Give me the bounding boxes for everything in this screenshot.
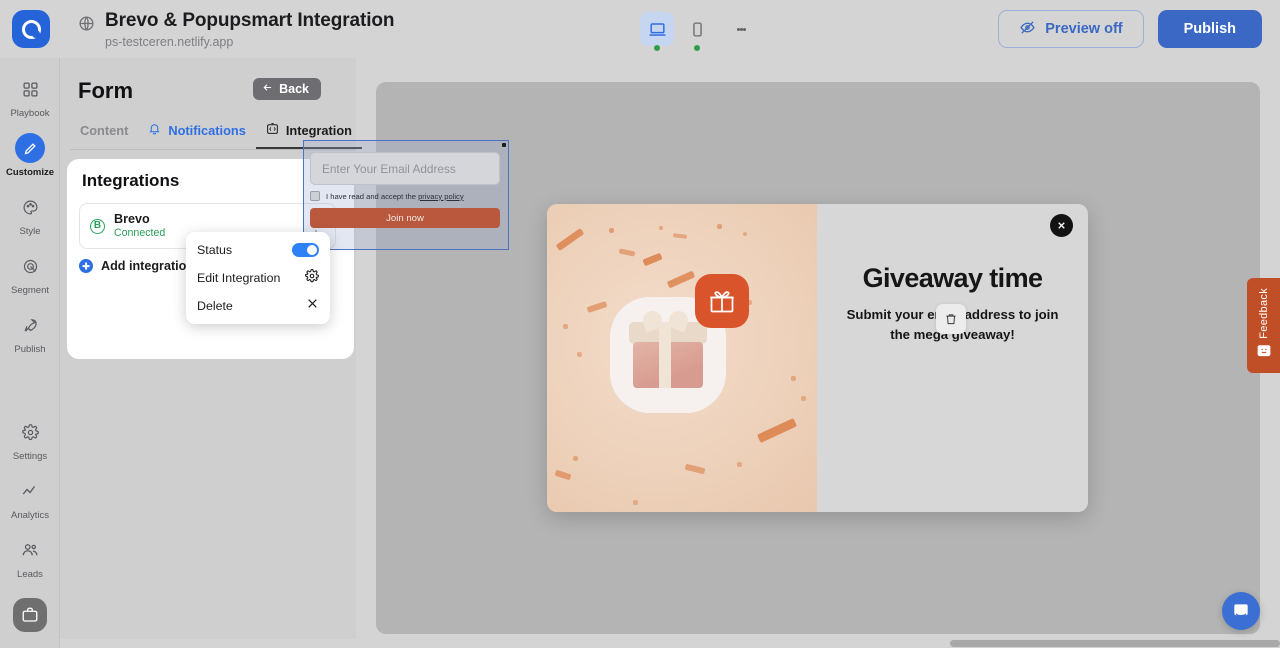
menu-item-label: Status	[197, 243, 232, 257]
trash-icon[interactable]	[936, 304, 966, 334]
gear-icon	[305, 269, 319, 288]
integration-name: Brevo	[114, 212, 165, 227]
menu-item-status[interactable]: Status	[186, 236, 330, 264]
sidebar-item-label: Style	[19, 226, 40, 237]
integration-context-menu: Status Edit Integration Delete	[186, 232, 330, 324]
site-url: ps-testceren.netlify.app	[105, 34, 394, 50]
consent-row[interactable]: I have read and accept the privacy polic…	[310, 191, 505, 201]
top-bar-actions: Preview off Publish	[998, 10, 1262, 48]
consent-checkbox[interactable]	[310, 191, 320, 201]
status-badge: Connected	[114, 227, 165, 240]
consent-label: I have read and accept the privacy polic…	[326, 192, 464, 201]
menu-item-edit-integration[interactable]: Edit Integration	[186, 264, 330, 292]
close-icon[interactable]	[1050, 214, 1073, 237]
popup-image-panel	[547, 204, 817, 512]
sidebar-item-label: Analytics	[11, 510, 49, 521]
palette-icon	[15, 192, 45, 222]
rail-bottom	[0, 588, 60, 648]
tab-label: Notifications	[168, 123, 246, 138]
horizontal-scrollbar[interactable]	[60, 639, 1280, 648]
page-title: Brevo & Popupsmart Integration	[105, 9, 394, 33]
code-box-icon	[266, 122, 279, 138]
eye-off-icon	[1019, 19, 1036, 40]
arrow-left-icon	[262, 82, 273, 96]
briefcase-icon[interactable]	[13, 598, 47, 632]
tab-content[interactable]: Content	[70, 123, 138, 149]
sidebar-item-settings[interactable]: Settings	[0, 409, 60, 468]
app-root: Brevo & Popupsmart Integration ps-testce…	[0, 0, 1280, 648]
sidebar-item-label: Customize	[6, 167, 54, 178]
smiley-icon	[1256, 344, 1272, 363]
site-info: Brevo & Popupsmart Integration ps-testce…	[78, 9, 394, 50]
top-bar: Brevo & Popupsmart Integration ps-testce…	[0, 0, 1280, 58]
gift-icon	[695, 274, 749, 328]
popup-preview[interactable]: Giveaway time Submit your email address …	[547, 204, 1088, 512]
tab-label: Integration	[286, 123, 352, 138]
add-integration-label: Add integration	[101, 259, 194, 273]
grid-icon	[15, 74, 45, 104]
resize-handle[interactable]	[502, 143, 506, 147]
add-integration-button[interactable]: Add integration	[79, 259, 194, 273]
back-button-label: Back	[279, 82, 309, 96]
mobile-status-dot	[694, 45, 700, 51]
plus-circle-icon	[79, 259, 93, 273]
sidebar-item-label: Segment	[11, 285, 49, 296]
rocket-icon	[15, 310, 45, 340]
device-mobile-button[interactable]	[680, 12, 714, 46]
feedback-label: Feedback	[1258, 288, 1270, 339]
popup-form-panel: Giveaway time Submit your email address …	[817, 204, 1088, 512]
sidebar-item-style[interactable]: Style	[0, 184, 60, 243]
email-field[interactable]: Enter Your Email Address	[310, 152, 500, 185]
bell-icon	[148, 122, 161, 138]
publish-button[interactable]: Publish	[1158, 10, 1262, 48]
menu-item-label: Delete	[197, 299, 233, 313]
sidebar-item-publish[interactable]: Publish	[0, 302, 60, 361]
sidebar-item-label: Settings	[13, 451, 47, 462]
target-cursor-icon	[15, 251, 45, 281]
consent-text-pre: I have read and accept the	[326, 192, 416, 201]
panel-title: Form	[78, 78, 133, 104]
preview-toggle-button[interactable]: Preview off	[998, 10, 1143, 48]
tab-notifications[interactable]: Notifications	[138, 122, 256, 149]
chat-bubble-icon[interactable]	[1222, 592, 1260, 630]
integrations-title: Integrations	[82, 171, 179, 191]
email-field-placeholder: Enter Your Email Address	[322, 162, 456, 176]
popupsmart-logo-icon[interactable]	[12, 10, 50, 48]
kebab-menu-icon[interactable]	[726, 13, 756, 45]
popup-heading: Giveaway time	[817, 263, 1088, 294]
menu-item-label: Edit Integration	[197, 271, 280, 285]
sidebar-item-leads[interactable]: Leads	[0, 527, 60, 586]
globe-icon	[78, 15, 95, 37]
join-now-button[interactable]: Join now	[310, 208, 500, 228]
scrollbar-thumb[interactable]	[950, 640, 1280, 647]
menu-item-delete[interactable]: Delete	[186, 292, 330, 320]
sidebar-item-analytics[interactable]: Analytics	[0, 468, 60, 527]
sidebar-item-label: Leads	[17, 569, 43, 580]
status-toggle[interactable]	[292, 243, 319, 257]
sidebar-item-label: Publish	[14, 344, 45, 355]
back-button[interactable]: Back	[253, 78, 321, 100]
pencil-icon	[15, 133, 45, 163]
privacy-policy-link[interactable]: privacy policy	[418, 192, 464, 201]
tab-label: Content	[80, 123, 128, 138]
sidebar-item-customize[interactable]: Customize	[0, 125, 60, 184]
device-toggle-group	[640, 12, 756, 46]
sidebar-item-playbook[interactable]: Playbook	[0, 66, 60, 125]
left-nav-rail: Playbook Customize Style	[0, 58, 60, 648]
brevo-logo-icon: B	[90, 219, 105, 234]
sidebar-item-segment[interactable]: Segment	[0, 243, 60, 302]
close-x-icon	[306, 297, 319, 315]
feedback-tab[interactable]: Feedback	[1247, 278, 1280, 373]
desktop-status-dot	[654, 45, 660, 51]
sidebar-item-label: Playbook	[10, 108, 49, 119]
gift-box-illustration	[629, 322, 707, 388]
users-icon	[15, 535, 45, 565]
preview-toggle-label: Preview off	[1045, 21, 1122, 37]
gear-icon	[15, 417, 45, 447]
line-chart-icon	[15, 476, 45, 506]
device-desktop-button[interactable]	[640, 12, 674, 46]
